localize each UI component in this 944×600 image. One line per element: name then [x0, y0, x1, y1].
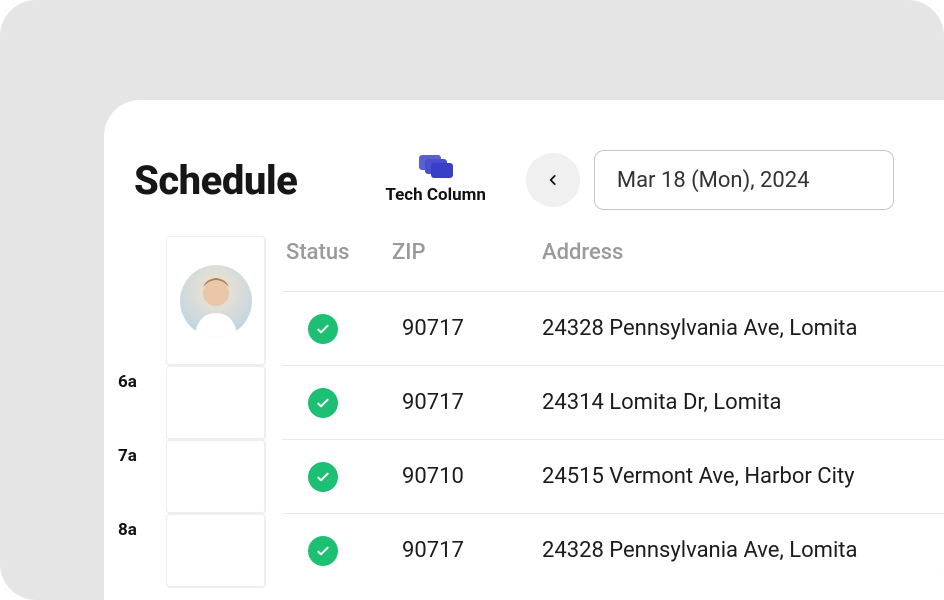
avatar	[180, 265, 252, 337]
status-ok-icon	[308, 536, 338, 566]
address-value: 24328 Pennsylvania Ave, Lomita	[512, 538, 944, 563]
table-row[interactable]: 90717 24328 Pennsylvania Ave, Lomita	[282, 513, 944, 587]
date-picker[interactable]: Mar 18 (Mon), 2024	[594, 150, 894, 210]
address-value: 24314 Lomita Dr, Lomita	[512, 390, 944, 415]
header-row: Schedule Tech Column Mar 18 (Mon), 2024	[104, 100, 944, 230]
address-value: 24515 Vermont Ave, Harbor City	[512, 464, 944, 489]
time-grid-column: 6a 7a 8a	[112, 230, 282, 588]
time-slot-cell[interactable]	[166, 514, 266, 588]
time-slot-cell[interactable]	[166, 366, 266, 440]
zip-value: 90717	[392, 538, 512, 563]
previous-day-button[interactable]	[526, 153, 580, 207]
status-ok-icon	[308, 388, 338, 418]
zip-value: 90717	[392, 316, 512, 341]
zip-value: 90717	[392, 390, 512, 415]
app-viewport: Schedule Tech Column Mar 18 (Mon), 2024	[0, 0, 944, 600]
status-ok-icon	[308, 314, 338, 344]
table-row[interactable]: 90717 24314 Lomita Dr, Lomita	[282, 365, 944, 439]
date-display: Mar 18 (Mon), 2024	[617, 168, 810, 193]
chevron-left-icon	[546, 173, 560, 187]
col-header-zip: ZIP	[392, 240, 512, 265]
time-slot-cell[interactable]	[166, 440, 266, 514]
col-header-status: Status	[282, 240, 392, 265]
tech-column-label: Tech Column	[385, 185, 486, 205]
table-row[interactable]: 90710 24515 Vermont Ave, Harbor City	[282, 439, 944, 513]
jobs-table: Status ZIP Address 90717 24328 Pennsylva…	[282, 230, 944, 588]
tech-column-icon	[419, 155, 453, 179]
zip-value: 90710	[392, 464, 512, 489]
address-value: 24328 Pennsylvania Ave, Lomita	[512, 316, 944, 341]
page-title: Schedule	[134, 157, 297, 204]
table-header: Status ZIP Address	[282, 240, 944, 291]
time-label: 7a	[112, 440, 160, 514]
time-label: 6a	[112, 366, 160, 440]
technician-avatar-cell[interactable]	[166, 236, 266, 366]
status-ok-icon	[308, 462, 338, 492]
body-row: 6a 7a 8a Status ZIP Address	[104, 230, 944, 588]
table-row[interactable]: 90717 24328 Pennsylvania Ave, Lomita	[282, 291, 944, 365]
time-label-blank	[112, 236, 160, 366]
tech-column-button[interactable]: Tech Column	[385, 155, 486, 205]
time-label: 8a	[112, 514, 160, 588]
col-header-address: Address	[512, 240, 944, 265]
schedule-panel: Schedule Tech Column Mar 18 (Mon), 2024	[104, 100, 944, 600]
